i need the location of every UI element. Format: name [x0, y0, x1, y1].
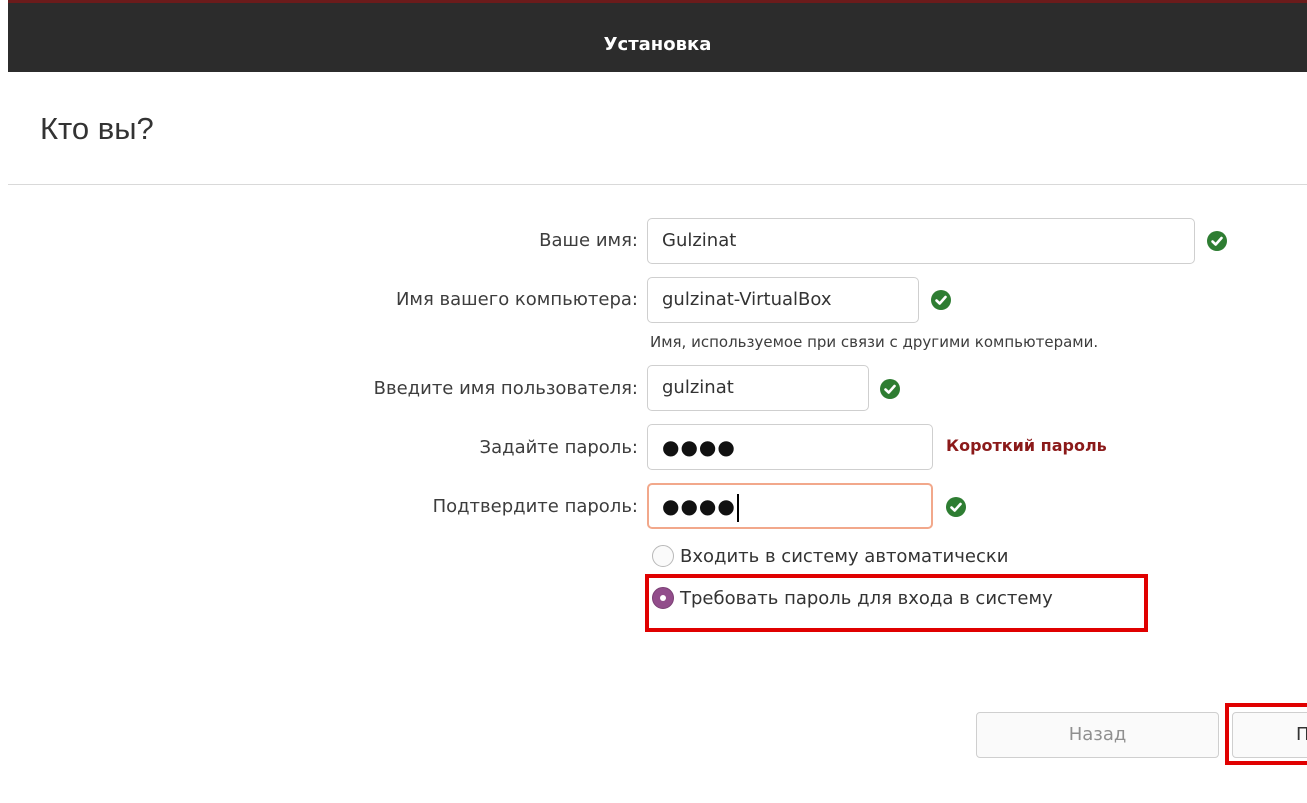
- username-valid-icon: [880, 379, 900, 399]
- computer-name-hint: Имя, используемое при связи с другими ко…: [650, 333, 1099, 351]
- username-input[interactable]: gulzinat: [647, 365, 869, 411]
- highlight-annotation-next: [1225, 703, 1307, 765]
- confirm-label: Подтвердите пароль:: [432, 496, 638, 517]
- confirm-password-dots: ●●●●: [662, 494, 736, 518]
- computer-valid-icon: [931, 290, 951, 310]
- confirm-valid-icon: [946, 497, 966, 517]
- password-strength: Короткий пароль: [946, 436, 1107, 455]
- window-edge: [0, 0, 8, 803]
- auto-login-label: Входить в систему автоматически: [680, 545, 1009, 567]
- confirm-password-input[interactable]: ●●●●: [647, 483, 933, 529]
- back-button[interactable]: Назад: [976, 712, 1219, 758]
- computer-label: Имя вашего компьютера:: [395, 289, 638, 310]
- password-label: Задайте пароль:: [479, 437, 638, 458]
- auto-login-option[interactable]: Входить в систему автоматически: [652, 545, 1008, 567]
- page-title: Кто вы?: [40, 111, 154, 146]
- text-cursor: [736, 494, 739, 522]
- password-dots: ●●●●: [662, 435, 736, 459]
- window-title: Установка: [603, 34, 712, 55]
- name-valid-icon: [1207, 231, 1227, 251]
- header-divider: [8, 184, 1307, 185]
- computer-name-input[interactable]: gulzinat-VirtualBox: [647, 277, 919, 323]
- auto-login-radio[interactable]: [652, 545, 674, 567]
- title-bar: Установка: [8, 0, 1307, 72]
- password-input[interactable]: ●●●●: [647, 424, 933, 470]
- highlight-annotation-option: [645, 574, 1148, 632]
- name-input[interactable]: Gulzinat: [647, 218, 1195, 264]
- name-label: Ваше имя:: [539, 230, 638, 251]
- username-label: Введите имя пользователя:: [373, 378, 638, 399]
